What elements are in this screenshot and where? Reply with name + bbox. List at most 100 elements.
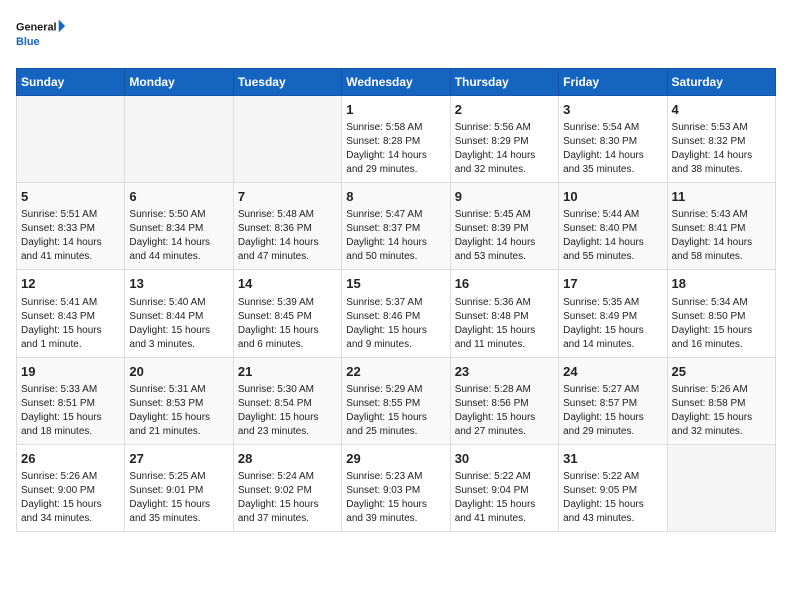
day-info: Daylight: 15 hours [455, 498, 554, 512]
day-info: and 32 minutes. [672, 425, 771, 439]
logo: General Blue [16, 16, 66, 56]
day-number: 11 [672, 188, 771, 206]
day-info: Sunrise: 5:22 AM [563, 470, 662, 484]
day-info: Sunset: 8:28 PM [346, 135, 445, 149]
day-info: Sunrise: 5:25 AM [129, 470, 228, 484]
day-info: Sunset: 8:45 PM [238, 310, 337, 324]
day-number: 17 [563, 275, 662, 293]
day-info: Sunrise: 5:31 AM [129, 383, 228, 397]
day-number: 21 [238, 363, 337, 381]
day-info: Daylight: 15 hours [346, 411, 445, 425]
day-number: 23 [455, 363, 554, 381]
header-row: SundayMondayTuesdayWednesdayThursdayFrid… [17, 69, 776, 96]
day-info: Daylight: 14 hours [238, 236, 337, 250]
day-number: 8 [346, 188, 445, 206]
calendar-cell: 8Sunrise: 5:47 AMSunset: 8:37 PMDaylight… [342, 183, 450, 270]
day-number: 19 [21, 363, 120, 381]
day-info: Sunrise: 5:26 AM [21, 470, 120, 484]
day-info: Daylight: 15 hours [129, 498, 228, 512]
svg-text:Blue: Blue [16, 36, 40, 48]
day-info: Sunrise: 5:47 AM [346, 208, 445, 222]
day-info: Sunrise: 5:29 AM [346, 383, 445, 397]
day-info: Sunset: 8:51 PM [21, 397, 120, 411]
day-info: Sunrise: 5:30 AM [238, 383, 337, 397]
calendar-cell: 9Sunrise: 5:45 AMSunset: 8:39 PMDaylight… [450, 183, 558, 270]
day-number: 27 [129, 450, 228, 468]
day-info: Sunset: 8:49 PM [563, 310, 662, 324]
calendar-cell: 20Sunrise: 5:31 AMSunset: 8:53 PMDayligh… [125, 357, 233, 444]
calendar-header: SundayMondayTuesdayWednesdayThursdayFrid… [17, 69, 776, 96]
calendar-cell: 1Sunrise: 5:58 AMSunset: 8:28 PMDaylight… [342, 96, 450, 183]
day-info: Sunrise: 5:54 AM [563, 121, 662, 135]
calendar-cell: 3Sunrise: 5:54 AMSunset: 8:30 PMDaylight… [559, 96, 667, 183]
day-header-saturday: Saturday [667, 69, 775, 96]
day-info: Daylight: 15 hours [129, 411, 228, 425]
calendar-cell: 2Sunrise: 5:56 AMSunset: 8:29 PMDaylight… [450, 96, 558, 183]
day-info: Daylight: 15 hours [238, 324, 337, 338]
day-info: Sunset: 8:33 PM [21, 222, 120, 236]
day-info: Sunset: 8:44 PM [129, 310, 228, 324]
day-info: Daylight: 14 hours [672, 149, 771, 163]
day-info: Sunrise: 5:23 AM [346, 470, 445, 484]
day-info: Daylight: 15 hours [21, 324, 120, 338]
calendar-cell: 13Sunrise: 5:40 AMSunset: 8:44 PMDayligh… [125, 270, 233, 357]
day-info: Sunrise: 5:24 AM [238, 470, 337, 484]
day-info: Sunrise: 5:22 AM [455, 470, 554, 484]
day-info: Sunset: 9:02 PM [238, 484, 337, 498]
day-info: and 41 minutes. [21, 250, 120, 264]
day-info: and 41 minutes. [455, 512, 554, 526]
day-number: 16 [455, 275, 554, 293]
page-header: General Blue [16, 16, 776, 56]
calendar-cell [667, 444, 775, 531]
day-info: and 14 minutes. [563, 338, 662, 352]
day-info: Sunrise: 5:33 AM [21, 383, 120, 397]
day-info: Daylight: 15 hours [21, 498, 120, 512]
day-number: 14 [238, 275, 337, 293]
day-info: Sunset: 8:36 PM [238, 222, 337, 236]
day-number: 2 [455, 101, 554, 119]
calendar-table: SundayMondayTuesdayWednesdayThursdayFrid… [16, 68, 776, 532]
calendar-cell [233, 96, 341, 183]
calendar-cell: 25Sunrise: 5:26 AMSunset: 8:58 PMDayligh… [667, 357, 775, 444]
day-header-thursday: Thursday [450, 69, 558, 96]
day-info: and 11 minutes. [455, 338, 554, 352]
day-number: 10 [563, 188, 662, 206]
day-info: and 39 minutes. [346, 512, 445, 526]
day-info: Daylight: 15 hours [346, 498, 445, 512]
day-number: 28 [238, 450, 337, 468]
calendar-cell [17, 96, 125, 183]
day-info: Daylight: 15 hours [563, 498, 662, 512]
day-info: and 44 minutes. [129, 250, 228, 264]
calendar-cell: 22Sunrise: 5:29 AMSunset: 8:55 PMDayligh… [342, 357, 450, 444]
day-number: 3 [563, 101, 662, 119]
day-info: Sunset: 8:50 PM [672, 310, 771, 324]
calendar-cell: 18Sunrise: 5:34 AMSunset: 8:50 PMDayligh… [667, 270, 775, 357]
day-info: Sunset: 9:03 PM [346, 484, 445, 498]
calendar-cell: 14Sunrise: 5:39 AMSunset: 8:45 PMDayligh… [233, 270, 341, 357]
day-header-friday: Friday [559, 69, 667, 96]
day-number: 1 [346, 101, 445, 119]
day-info: Sunrise: 5:40 AM [129, 296, 228, 310]
calendar-cell: 12Sunrise: 5:41 AMSunset: 8:43 PMDayligh… [17, 270, 125, 357]
day-info: and 43 minutes. [563, 512, 662, 526]
day-info: Daylight: 15 hours [455, 411, 554, 425]
day-info: Sunset: 8:54 PM [238, 397, 337, 411]
day-info: Daylight: 15 hours [238, 498, 337, 512]
day-info: and 25 minutes. [346, 425, 445, 439]
day-info: and 27 minutes. [455, 425, 554, 439]
calendar-cell: 23Sunrise: 5:28 AMSunset: 8:56 PMDayligh… [450, 357, 558, 444]
day-info: Sunrise: 5:26 AM [672, 383, 771, 397]
day-number: 4 [672, 101, 771, 119]
logo-icon: General Blue [16, 16, 66, 56]
day-info: Daylight: 14 hours [21, 236, 120, 250]
day-info: Sunset: 8:29 PM [455, 135, 554, 149]
day-info: and 16 minutes. [672, 338, 771, 352]
day-info: and 32 minutes. [455, 163, 554, 177]
day-info: Sunset: 8:56 PM [455, 397, 554, 411]
day-number: 7 [238, 188, 337, 206]
day-number: 25 [672, 363, 771, 381]
calendar-week-5: 26Sunrise: 5:26 AMSunset: 9:00 PMDayligh… [17, 444, 776, 531]
day-info: Sunset: 9:04 PM [455, 484, 554, 498]
day-info: Sunset: 8:55 PM [346, 397, 445, 411]
day-number: 31 [563, 450, 662, 468]
